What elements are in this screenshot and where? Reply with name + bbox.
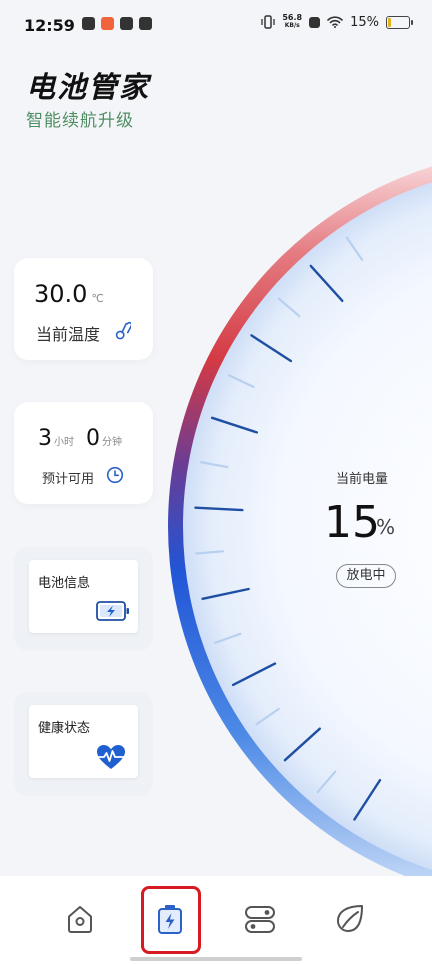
temperature-card[interactable]: 30.0 ℃ 当前温度 (14, 258, 153, 360)
remaining-label: 预计可用 (42, 472, 95, 487)
remaining-minutes: 0 (86, 426, 100, 451)
gauge-unit: % (376, 515, 396, 539)
charging-status-badge: 放电中 (336, 564, 396, 588)
nav-leaf[interactable] (333, 902, 367, 936)
remaining-hours: 3 (38, 426, 52, 451)
temperature-value: 30.0 (34, 280, 88, 308)
toggle-icon (245, 906, 275, 933)
temperature-unit: ℃ (91, 292, 104, 305)
home-indicator[interactable] (130, 957, 302, 961)
remaining-minutes-unit: 分钟 (102, 437, 122, 448)
temperature-value-row: 30.0 ℃ (34, 280, 104, 308)
clock-icon (106, 466, 124, 484)
remaining-hours-unit: 小时 (54, 437, 74, 448)
selected-tab-highlight (141, 886, 201, 954)
battery-info-label: 电池信息 (38, 576, 91, 591)
nav-toggles[interactable] (243, 902, 277, 936)
heart-pulse-icon (96, 745, 126, 769)
leaf-icon (337, 905, 363, 932)
remaining-time-row: 3 小时 0 分钟 (38, 426, 134, 451)
gauge-label: 当前电量 (336, 472, 389, 487)
battery-info-inner: 电池信息 (29, 560, 138, 633)
nav-home[interactable] (63, 902, 97, 936)
health-status-inner: 健康状态 (29, 705, 138, 778)
home-icon (68, 906, 92, 933)
temperature-label: 当前温度 (36, 325, 101, 344)
gauge-value: 15 (324, 497, 380, 548)
battery-charging-icon (96, 601, 129, 621)
health-status-label: 健康状态 (38, 721, 91, 736)
remaining-time-card[interactable]: 3 小时 0 分钟 预计可用 (14, 402, 153, 504)
battery-info-card[interactable]: 电池信息 (14, 547, 153, 651)
health-status-card[interactable]: 健康状态 (14, 692, 153, 796)
thermometer-icon (115, 321, 131, 340)
bottom-navigation (0, 876, 432, 964)
